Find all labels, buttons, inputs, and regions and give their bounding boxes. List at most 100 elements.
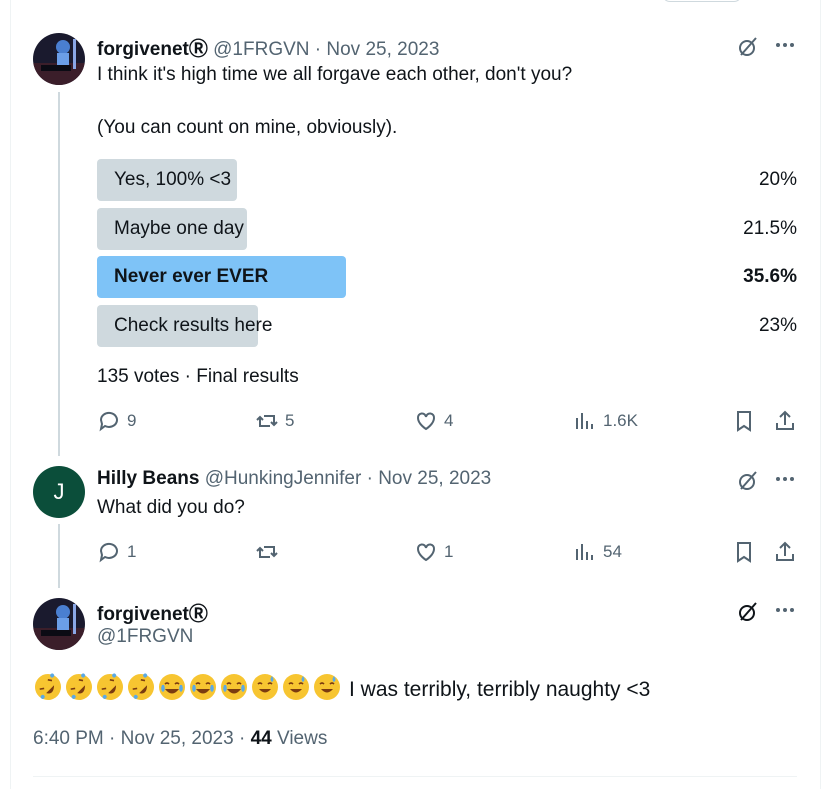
reply-button[interactable]: 9	[97, 406, 136, 436]
avatar[interactable]	[33, 598, 85, 650]
share-button[interactable]	[773, 406, 797, 436]
like-count: 1	[444, 542, 454, 561]
view-count: 1.6K	[603, 411, 638, 430]
grok-icon[interactable]	[734, 33, 762, 61]
reply-count: 9	[127, 411, 137, 430]
views-label: Views	[277, 728, 328, 749]
separator-dot: ·	[366, 468, 373, 489]
thread-line	[58, 92, 60, 456]
tweet-header: forgivenetⓇ @1FRGVN · Nov 25, 2023	[97, 34, 439, 61]
rofl-emoji-icon	[126, 672, 156, 702]
share-icon	[776, 410, 794, 430]
poll-option-winner[interactable]: Never ever EVER 35.6%	[97, 256, 797, 298]
top-pill-button[interactable]	[662, 0, 742, 2]
poll-option[interactable]: Yes, 100% <3 20%	[97, 159, 797, 201]
like-count: 4	[444, 411, 454, 430]
views-button[interactable]: 1.6K	[573, 406, 638, 436]
avatar[interactable]	[33, 33, 85, 85]
avatar-image	[33, 598, 85, 650]
sweat-smile-emoji-icon	[312, 672, 342, 702]
more-icon[interactable]	[771, 31, 799, 59]
like-button[interactable]: 4	[414, 406, 453, 436]
poll-option-percent: 21.5%	[743, 218, 797, 239]
timeline-border-right	[820, 0, 821, 789]
avatar-image	[33, 33, 85, 85]
view-count: 54	[603, 542, 622, 561]
rofl-emoji-icon	[33, 672, 63, 702]
bookmark-icon	[737, 542, 751, 563]
poll-option-percent: 20%	[758, 169, 797, 190]
poll-option-percent: 23%	[758, 315, 797, 336]
display-name[interactable]: forgivenetⓇ	[97, 604, 208, 625]
timeline-border-left	[10, 0, 11, 789]
retweet-button[interactable]	[255, 537, 279, 567]
bookmark-button[interactable]	[732, 406, 756, 436]
poll-option-label: Check results here	[114, 315, 273, 336]
sweat-smile-emoji-icon	[250, 672, 280, 702]
retweet-button[interactable]: 5	[255, 406, 294, 436]
poll-option-label: Yes, 100% <3	[114, 169, 232, 190]
poll-summary: 135 votes · Final results	[97, 366, 299, 387]
joy-emoji-icon	[188, 672, 218, 702]
tweet-meta: 6:40 PM · Nov 25, 2023 · 44 Views	[33, 728, 327, 750]
rofl-emoji-icon	[64, 672, 94, 702]
more-icon[interactable]	[771, 465, 799, 493]
thread-line	[58, 524, 60, 588]
tweet-header: forgivenetⓇ	[97, 599, 208, 626]
share-button[interactable]	[773, 537, 797, 567]
reply-icon	[99, 411, 118, 432]
share-icon	[776, 541, 794, 561]
joy-emoji-icon	[219, 672, 249, 702]
sweat-smile-emoji-icon	[281, 672, 311, 702]
analytics-icon	[576, 544, 593, 560]
bookmark-button[interactable]	[732, 537, 756, 567]
tweet-text-line: I think it's high time we all forgave ea…	[97, 64, 573, 85]
tweet-date[interactable]: Nov 25, 2023	[326, 39, 439, 60]
avatar[interactable]: J	[33, 466, 85, 518]
tweet-date[interactable]: Nov 25, 2023	[121, 728, 234, 749]
analytics-icon	[576, 413, 593, 429]
grok-icon[interactable]	[734, 598, 762, 626]
tweet-text: I was terribly, terribly naughty <3	[33, 672, 650, 708]
more-icon[interactable]	[771, 596, 799, 624]
retweet-icon	[256, 415, 278, 427]
grok-icon[interactable]	[734, 467, 762, 495]
reply-button[interactable]: 1	[97, 537, 136, 567]
retweet-icon	[256, 546, 278, 558]
tweet-text: What did you do?	[97, 497, 245, 518]
display-name[interactable]: forgivenetⓇ	[97, 39, 208, 60]
joy-emoji-icon	[157, 672, 187, 702]
avatar-letter: J	[53, 479, 65, 504]
tweet-header: Hilly Beans @HunkingJennifer · Nov 25, 2…	[97, 468, 491, 490]
tweet-text-line: (You can count on mine, obviously).	[97, 117, 398, 138]
poll-option-label: Never ever EVER	[114, 266, 269, 287]
tweet-actions: 1 1 54	[97, 537, 797, 567]
separator-dot: ·	[109, 728, 116, 749]
like-button[interactable]: 1	[414, 537, 453, 567]
heart-icon	[417, 543, 435, 562]
views-count: 44	[250, 728, 272, 749]
reply-count: 1	[127, 542, 137, 561]
tweet-date[interactable]: Nov 25, 2023	[378, 468, 491, 489]
poll-option-label: Maybe one day	[114, 218, 244, 239]
tweet-text-body: I was terribly, terribly naughty <3	[349, 678, 651, 701]
poll-option[interactable]: Check results here 23%	[97, 305, 797, 347]
tweet-actions: 9 5 4 1.6K	[97, 406, 797, 436]
emoji-row	[33, 672, 343, 708]
bookmark-icon	[737, 411, 751, 432]
retweet-count: 5	[285, 411, 295, 430]
handle[interactable]: @1FRGVN	[97, 626, 193, 648]
poll-option-percent: 35.6%	[743, 266, 797, 287]
heart-icon	[417, 412, 435, 431]
tweet-time[interactable]: 6:40 PM	[33, 728, 104, 749]
handle[interactable]: @HunkingJennifer	[205, 468, 362, 489]
reply-icon	[99, 542, 118, 563]
divider	[33, 776, 797, 777]
separator-dot: ·	[314, 39, 322, 60]
handle[interactable]: @1FRGVN	[213, 39, 309, 60]
rofl-emoji-icon	[95, 672, 125, 702]
display-name[interactable]: Hilly Beans	[97, 468, 199, 489]
views-button[interactable]: 54	[573, 537, 622, 567]
poll-option[interactable]: Maybe one day 21.5%	[97, 208, 797, 250]
separator-dot: ·	[238, 728, 246, 749]
